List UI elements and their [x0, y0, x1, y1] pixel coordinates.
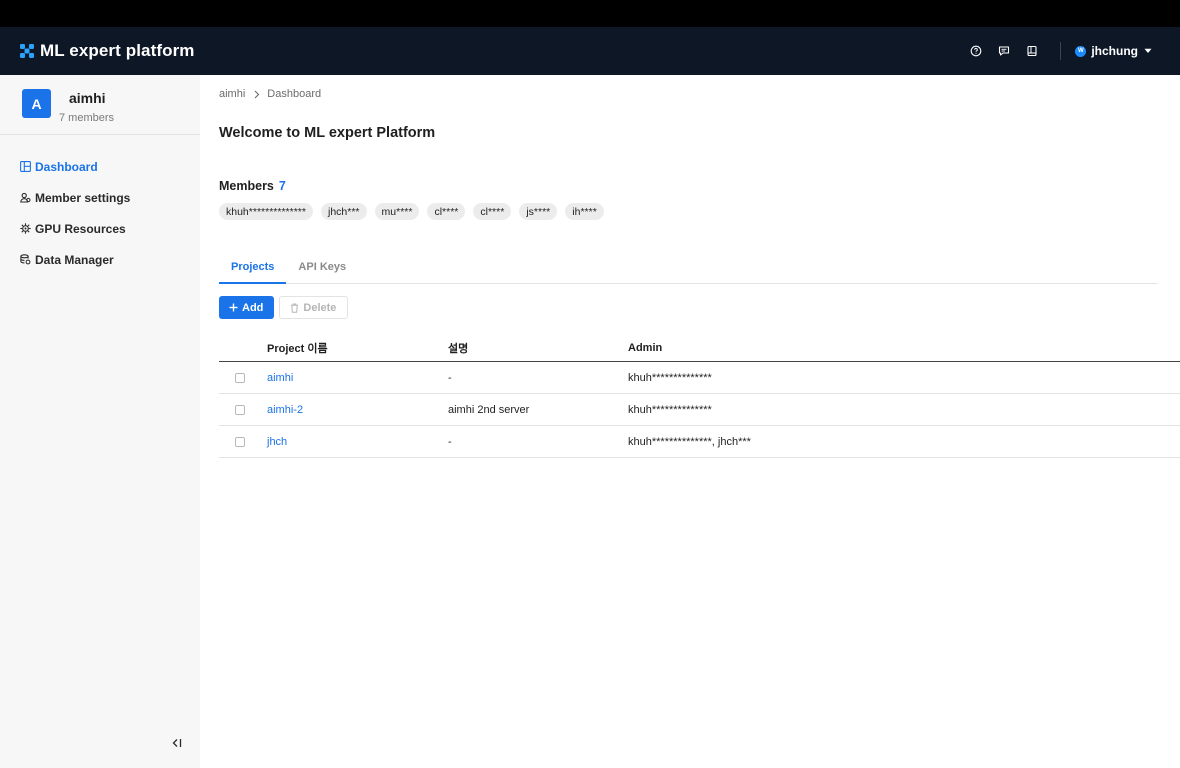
organization-header: A aimhi 7 members: [0, 75, 200, 135]
projects-table: Project 이름 설명 Admin aimhi - khuh********…: [219, 335, 1180, 458]
sidebar-item-label: Dashboard: [35, 159, 98, 174]
page-title: Welcome to ML expert Platform: [219, 125, 436, 141]
breadcrumb-root[interactable]: aimhi: [219, 88, 245, 100]
tab-projects[interactable]: Projects: [219, 257, 287, 284]
table-header: Project 이름 설명 Admin: [219, 335, 1180, 362]
add-project-button[interactable]: Add: [219, 296, 275, 319]
breadcrumb: aimhi Dashboard: [219, 88, 321, 100]
collapse-sidebar-icon[interactable]: [170, 736, 184, 750]
row-checkbox[interactable]: [235, 372, 245, 383]
member-chip: mu****: [374, 203, 420, 220]
org-member-count: 7 members: [59, 112, 115, 124]
project-link[interactable]: aimhi: [267, 372, 293, 384]
delete-button-label: Delete: [303, 301, 337, 314]
members-icon: [20, 192, 31, 203]
platform-logo-icon: [20, 44, 34, 58]
platform-name: ML expert platform: [40, 41, 195, 60]
breadcrumb-current: Dashboard: [267, 88, 322, 100]
os-top-bar: [0, 0, 1180, 27]
sidebar: A aimhi 7 members Dashboard Member setti…: [0, 75, 200, 768]
top-navigation-bar: ML expert platform W jhchung: [0, 27, 1180, 75]
tab-api-keys[interactable]: API Keys: [286, 257, 358, 284]
member-chip: ih****: [565, 203, 604, 220]
plus-icon: [229, 303, 238, 312]
project-description: aimhi 2nd server: [448, 403, 530, 416]
delete-project-button[interactable]: Delete: [279, 296, 349, 319]
sidebar-nav: Dashboard Member settings GPU Resources …: [0, 135, 200, 275]
project-admin: khuh**************: [628, 371, 712, 384]
column-header-admin[interactable]: Admin: [628, 342, 1180, 354]
trash-icon: [291, 303, 299, 313]
book-icon[interactable]: [1018, 37, 1046, 65]
row-checkbox[interactable]: [235, 404, 245, 415]
member-chip-list: khuh************** jhch*** mu**** cl****…: [219, 203, 612, 220]
member-chip: khuh**************: [219, 203, 313, 220]
sidebar-item-member-settings[interactable]: Member settings: [0, 182, 200, 213]
dashboard-icon: [20, 161, 31, 172]
sidebar-item-label: Member settings: [35, 190, 131, 205]
sidebar-item-label: GPU Resources: [35, 221, 126, 236]
table-row: aimhi-2 aimhi 2nd server khuh***********…: [219, 394, 1180, 426]
gpu-icon: [20, 223, 31, 234]
main-content: aimhi Dashboard Welcome to ML expert Pla…: [200, 75, 1180, 768]
project-description: -: [448, 371, 452, 384]
project-description: -: [448, 435, 452, 448]
column-header-project-name[interactable]: Project 이름: [267, 340, 448, 356]
row-checkbox[interactable]: [235, 436, 245, 447]
sidebar-item-data-manager[interactable]: Data Manager: [0, 244, 200, 275]
member-chip: cl****: [427, 203, 466, 220]
org-avatar: A: [22, 89, 51, 118]
table-row: jhch - khuh**************, jhch***: [219, 426, 1180, 458]
brand-logo-link[interactable]: ML expert platform: [19, 41, 195, 61]
project-admin: khuh**************, jhch***: [628, 435, 751, 448]
project-link[interactable]: jhch: [267, 436, 287, 448]
project-link[interactable]: aimhi-2: [267, 404, 303, 416]
user-menu[interactable]: W jhchung: [1075, 44, 1152, 58]
project-toolbar: Add Delete: [219, 296, 349, 319]
members-label: Members: [219, 179, 274, 193]
column-header-description[interactable]: 설명: [448, 340, 628, 356]
members-count: 7: [278, 179, 286, 193]
user-avatar: W: [1075, 45, 1087, 57]
tab-bar: Projects API Keys: [219, 257, 1157, 284]
sidebar-item-gpu-resources[interactable]: GPU Resources: [0, 213, 200, 244]
chat-icon[interactable]: [990, 37, 1018, 65]
member-chip: js****: [519, 203, 558, 220]
table-row: aimhi - khuh**************: [219, 362, 1180, 394]
org-name: aimhi: [69, 90, 106, 106]
chevron-right-icon: [254, 90, 260, 99]
user-name: jhchung: [1091, 44, 1138, 58]
members-heading: Members 7: [219, 179, 286, 193]
member-chip: cl****: [473, 203, 512, 220]
nav-divider: [1060, 42, 1062, 60]
sidebar-item-dashboard[interactable]: Dashboard: [0, 151, 200, 182]
caret-down-icon: [1144, 48, 1152, 53]
help-icon[interactable]: [962, 37, 990, 65]
sidebar-item-label: Data Manager: [35, 252, 114, 267]
member-chip: jhch***: [320, 203, 367, 220]
project-admin: khuh**************: [628, 403, 712, 416]
database-icon: [20, 254, 31, 265]
add-button-label: Add: [242, 301, 264, 314]
